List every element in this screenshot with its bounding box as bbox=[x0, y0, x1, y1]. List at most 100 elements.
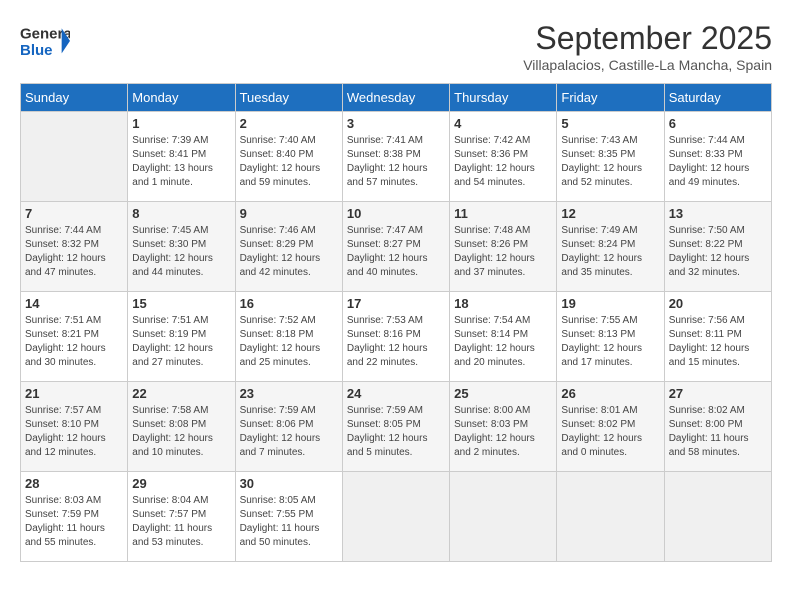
day-number: 11 bbox=[454, 206, 552, 221]
day-number: 23 bbox=[240, 386, 338, 401]
empty-cell bbox=[557, 472, 664, 562]
day-cell-30: 30 Sunrise: 8:05 AM Sunset: 7:55 PM Dayli… bbox=[235, 472, 342, 562]
day-cell-29: 29 Sunrise: 8:04 AM Sunset: 7:57 PM Dayli… bbox=[128, 472, 235, 562]
location: Villapalacios, Castille-La Mancha, Spain bbox=[523, 57, 772, 73]
day-header-tuesday: Tuesday bbox=[235, 84, 342, 112]
week-row-3: 14Sunrise: 7:51 AM Sunset: 8:21 PM Dayli… bbox=[21, 292, 772, 382]
day-info: Sunrise: 8:05 AM Sunset: 7:55 PM Dayligh… bbox=[240, 494, 338, 550]
week-row-4: 21Sunrise: 7:57 AM Sunset: 8:10 PM Dayli… bbox=[21, 382, 772, 472]
day-number: 27 bbox=[669, 386, 767, 401]
title-block: September 2025 Villapalacios, Castille-L… bbox=[523, 20, 772, 73]
day-cell-11: 11 Sunrise: 7:48 AM Sunset: 8:26 PM Dayli… bbox=[450, 202, 557, 292]
day-info: Sunrise: 7:39 AM Sunset: 8:41 PM Dayligh… bbox=[132, 134, 230, 190]
day-number: 20 bbox=[669, 296, 767, 311]
day-number: 4 bbox=[454, 116, 552, 131]
day-number: 7 bbox=[25, 206, 123, 221]
day-number: 12 bbox=[561, 206, 659, 221]
day-info: Sunrise: 7:52 AM Sunset: 8:18 PM Dayligh… bbox=[240, 314, 338, 370]
day-cell-1: 1 Sunrise: 7:39 AM Sunset: 8:41 PM Daylig… bbox=[128, 112, 235, 202]
day-number: 22 bbox=[132, 386, 230, 401]
day-info: Sunrise: 8:01 AM Sunset: 8:02 PM Dayligh… bbox=[561, 404, 659, 460]
day-cell-16: 16 Sunrise: 7:52 AM Sunset: 8:18 PM Dayli… bbox=[235, 292, 342, 382]
day-number: 2 bbox=[240, 116, 338, 131]
empty-cell bbox=[21, 112, 128, 202]
empty-cell bbox=[450, 472, 557, 562]
day-number: 8 bbox=[132, 206, 230, 221]
day-number: 6 bbox=[669, 116, 767, 131]
day-info: Sunrise: 7:41 AM Sunset: 8:38 PM Dayligh… bbox=[347, 134, 445, 190]
day-cell-22: 22Sunrise: 7:58 AM Sunset: 8:08 PM Dayli… bbox=[128, 382, 235, 472]
day-cell-9: 9Sunrise: 7:46 AM Sunset: 8:29 PM Daylig… bbox=[235, 202, 342, 292]
week-row-5: 28 Sunrise: 8:03 AM Sunset: 7:59 PM Dayli… bbox=[21, 472, 772, 562]
day-cell-15: 15 Sunrise: 7:51 AM Sunset: 8:19 PM Dayli… bbox=[128, 292, 235, 382]
week-row-2: 7 Sunrise: 7:44 AM Sunset: 8:32 PM Daylig… bbox=[21, 202, 772, 292]
day-number: 19 bbox=[561, 296, 659, 311]
day-header-monday: Monday bbox=[128, 84, 235, 112]
day-cell-12: 12 Sunrise: 7:49 AM Sunset: 8:24 PM Dayli… bbox=[557, 202, 664, 292]
day-number: 30 bbox=[240, 476, 338, 491]
day-info: Sunrise: 8:02 AM Sunset: 8:00 PM Dayligh… bbox=[669, 404, 767, 460]
month-title: September 2025 bbox=[523, 20, 772, 57]
day-info: Sunrise: 7:50 AM Sunset: 8:22 PM Dayligh… bbox=[669, 224, 767, 280]
day-number: 26 bbox=[561, 386, 659, 401]
day-cell-8: 8 Sunrise: 7:45 AM Sunset: 8:30 PM Daylig… bbox=[128, 202, 235, 292]
day-cell-26: 26 Sunrise: 8:01 AM Sunset: 8:02 PM Dayli… bbox=[557, 382, 664, 472]
day-number: 9 bbox=[240, 206, 338, 221]
day-info: Sunrise: 7:44 AM Sunset: 8:33 PM Dayligh… bbox=[669, 134, 767, 190]
day-number: 29 bbox=[132, 476, 230, 491]
day-info: Sunrise: 7:53 AM Sunset: 8:16 PM Dayligh… bbox=[347, 314, 445, 370]
day-number: 28 bbox=[25, 476, 123, 491]
day-info: Sunrise: 8:00 AM Sunset: 8:03 PM Dayligh… bbox=[454, 404, 552, 460]
day-header-thursday: Thursday bbox=[450, 84, 557, 112]
day-info: Sunrise: 7:55 AM Sunset: 8:13 PM Dayligh… bbox=[561, 314, 659, 370]
day-number: 14 bbox=[25, 296, 123, 311]
day-info: Sunrise: 7:57 AM Sunset: 8:10 PM Dayligh… bbox=[25, 404, 123, 460]
day-number: 1 bbox=[132, 116, 230, 131]
day-info: Sunrise: 7:44 AM Sunset: 8:32 PM Dayligh… bbox=[25, 224, 123, 280]
calendar-body: 1 Sunrise: 7:39 AM Sunset: 8:41 PM Daylig… bbox=[21, 112, 772, 562]
day-info: Sunrise: 8:03 AM Sunset: 7:59 PM Dayligh… bbox=[25, 494, 123, 550]
day-info: Sunrise: 7:45 AM Sunset: 8:30 PM Dayligh… bbox=[132, 224, 230, 280]
day-header-saturday: Saturday bbox=[664, 84, 771, 112]
day-info: Sunrise: 7:54 AM Sunset: 8:14 PM Dayligh… bbox=[454, 314, 552, 370]
day-number: 18 bbox=[454, 296, 552, 311]
day-info: Sunrise: 7:48 AM Sunset: 8:26 PM Dayligh… bbox=[454, 224, 552, 280]
day-cell-6: 6 Sunrise: 7:44 AM Sunset: 8:33 PM Daylig… bbox=[664, 112, 771, 202]
day-cell-21: 21Sunrise: 7:57 AM Sunset: 8:10 PM Dayli… bbox=[21, 382, 128, 472]
day-cell-23: 23 Sunrise: 7:59 AM Sunset: 8:06 PM Dayli… bbox=[235, 382, 342, 472]
day-info: Sunrise: 7:59 AM Sunset: 8:06 PM Dayligh… bbox=[240, 404, 338, 460]
day-number: 13 bbox=[669, 206, 767, 221]
svg-text:Blue: Blue bbox=[20, 42, 53, 59]
day-info: Sunrise: 7:47 AM Sunset: 8:27 PM Dayligh… bbox=[347, 224, 445, 280]
day-info: Sunrise: 7:42 AM Sunset: 8:36 PM Dayligh… bbox=[454, 134, 552, 190]
day-info: Sunrise: 8:04 AM Sunset: 7:57 PM Dayligh… bbox=[132, 494, 230, 550]
day-header-sunday: Sunday bbox=[21, 84, 128, 112]
day-cell-2: 2 Sunrise: 7:40 AM Sunset: 8:40 PM Daylig… bbox=[235, 112, 342, 202]
day-cell-10: 10 Sunrise: 7:47 AM Sunset: 8:27 PM Dayli… bbox=[342, 202, 449, 292]
day-info: Sunrise: 7:56 AM Sunset: 8:11 PM Dayligh… bbox=[669, 314, 767, 370]
day-header-friday: Friday bbox=[557, 84, 664, 112]
day-number: 25 bbox=[454, 386, 552, 401]
day-cell-20: 20 Sunrise: 7:56 AM Sunset: 8:11 PM Dayli… bbox=[664, 292, 771, 382]
day-cell-14: 14Sunrise: 7:51 AM Sunset: 8:21 PM Dayli… bbox=[21, 292, 128, 382]
empty-cell bbox=[342, 472, 449, 562]
day-info: Sunrise: 7:49 AM Sunset: 8:24 PM Dayligh… bbox=[561, 224, 659, 280]
day-cell-17: 17Sunrise: 7:53 AM Sunset: 8:16 PM Dayli… bbox=[342, 292, 449, 382]
day-info: Sunrise: 7:40 AM Sunset: 8:40 PM Dayligh… bbox=[240, 134, 338, 190]
page-header: General Blue September 2025 Villapalacio… bbox=[20, 20, 772, 73]
day-number: 15 bbox=[132, 296, 230, 311]
day-number: 10 bbox=[347, 206, 445, 221]
logo: General Blue bbox=[20, 20, 74, 60]
day-info: Sunrise: 7:51 AM Sunset: 8:19 PM Dayligh… bbox=[132, 314, 230, 370]
empty-cell bbox=[664, 472, 771, 562]
day-header-wednesday: Wednesday bbox=[342, 84, 449, 112]
day-cell-4: 4 Sunrise: 7:42 AM Sunset: 8:36 PM Daylig… bbox=[450, 112, 557, 202]
day-cell-24: 24Sunrise: 7:59 AM Sunset: 8:05 PM Dayli… bbox=[342, 382, 449, 472]
day-number: 5 bbox=[561, 116, 659, 131]
day-number: 24 bbox=[347, 386, 445, 401]
day-number: 16 bbox=[240, 296, 338, 311]
day-cell-5: 5Sunrise: 7:43 AM Sunset: 8:35 PM Daylig… bbox=[557, 112, 664, 202]
day-cell-27: 27 Sunrise: 8:02 AM Sunset: 8:00 PM Dayli… bbox=[664, 382, 771, 472]
day-cell-3: 3Sunrise: 7:41 AM Sunset: 8:38 PM Daylig… bbox=[342, 112, 449, 202]
calendar-header-row: SundayMondayTuesdayWednesdayThursdayFrid… bbox=[21, 84, 772, 112]
